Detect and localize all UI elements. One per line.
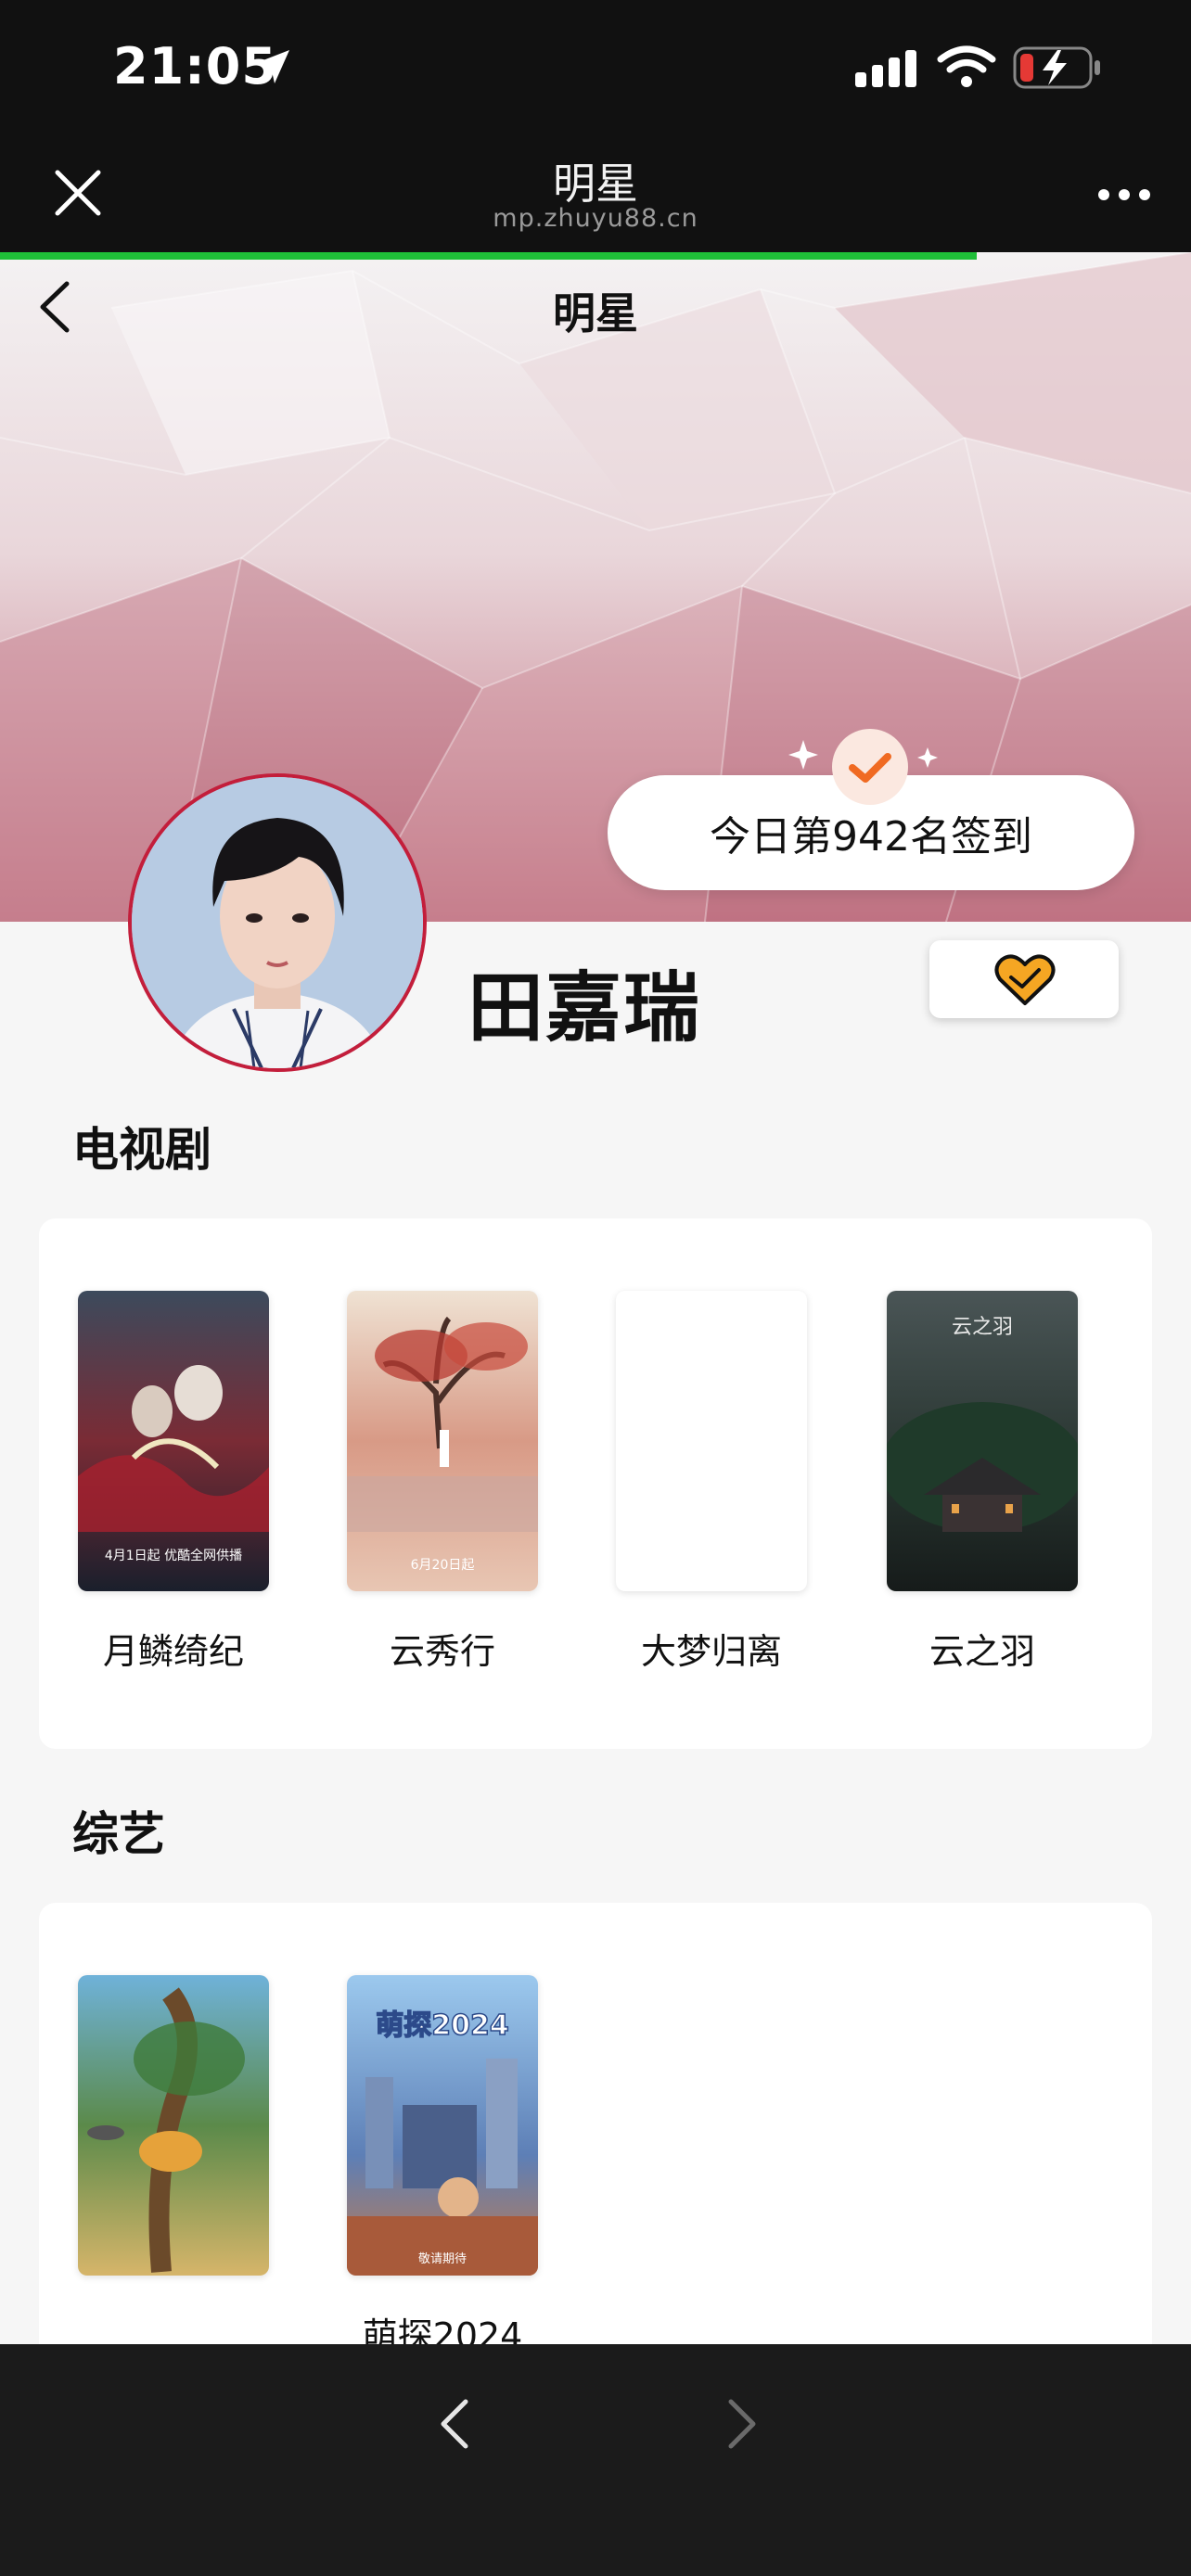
tv-item[interactable]: 大梦归离 — [616, 1291, 807, 1674]
variety-card: 萌探2024 敬请期待 萌探2024 — [39, 1903, 1152, 2385]
tv-item[interactable]: 4月1日起 优酷全网供播 月鳞绮纪 — [78, 1291, 269, 1674]
tv-section-title: 电视剧 — [72, 1123, 211, 1177]
browser-forward-icon[interactable] — [724, 2396, 761, 2452]
variety-section-title: 综艺 — [72, 1807, 165, 1861]
page-load-progress — [0, 252, 977, 260]
poster-caption: 6月20日起 — [411, 1558, 475, 1573]
poster-caption: 云之羽 — [952, 1316, 1013, 1339]
poster-image: 萌探2024 敬请期待 — [347, 1975, 538, 2276]
signal-icon — [855, 50, 916, 87]
checkmark-icon — [832, 729, 908, 805]
status-bar: 21:05 — [0, 0, 1191, 139]
poster-image-blank — [616, 1291, 807, 1591]
browser-nav-bar: 明星 mp.zhuyu88.cn — [0, 139, 1191, 252]
star-avatar — [128, 773, 427, 1072]
browser-bottom-toolbar — [0, 2344, 1191, 2576]
tv-item[interactable]: 6月20日起 云秀行 — [347, 1291, 538, 1674]
browser-back-icon[interactable] — [436, 2396, 473, 2452]
heart-icon — [994, 954, 1056, 1005]
tv-item-label: 云之羽 — [928, 1631, 1035, 1672]
poster-subcaption: 敬请期待 — [418, 2251, 467, 2266]
page-title: 明星 — [553, 288, 638, 338]
poster-image: 4月1日起 优酷全网供播 — [78, 1291, 269, 1591]
poster-caption: 4月1日起 优酷全网供播 — [105, 1548, 242, 1563]
poster-image: 6月20日起 — [347, 1291, 538, 1591]
variety-item[interactable]: 萌探2024 敬请期待 萌探2024 — [347, 1975, 538, 2358]
poster-image — [78, 1975, 269, 2276]
wifi-icon — [937, 45, 996, 87]
star-name: 田嘉瑞 — [467, 964, 702, 1052]
tv-item[interactable]: 云之羽 云之羽 — [887, 1291, 1078, 1674]
tv-item-label: 大梦归离 — [640, 1631, 782, 1672]
browser-domain: mp.zhuyu88.cn — [493, 204, 698, 233]
favorite-button[interactable] — [929, 940, 1119, 1018]
browser-title: 明星 — [553, 159, 638, 209]
more-options-icon[interactable] — [1098, 187, 1150, 202]
location-arrow-icon — [256, 50, 289, 83]
checkin-text: 今日第942名签到 — [710, 813, 1032, 861]
poster-caption: 萌探2024 — [376, 2009, 509, 2042]
tv-item-label: 月鳞绮纪 — [102, 1631, 244, 1672]
poster-image: 云之羽 — [887, 1291, 1078, 1591]
variety-item[interactable] — [78, 1975, 269, 2307]
tv-card: 4月1日起 优酷全网供播 月鳞绮纪 6月20日起 云秀行 大梦归离 云之羽 云之… — [39, 1218, 1152, 1749]
battery-charging-icon — [1013, 46, 1100, 89]
tv-item-label: 云秀行 — [389, 1631, 495, 1672]
